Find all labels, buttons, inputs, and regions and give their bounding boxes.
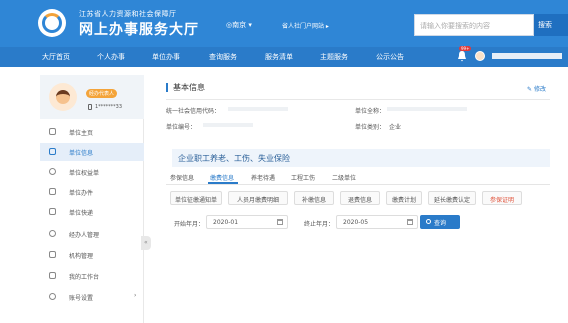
sidebar-item-unit-info[interactable]: 单位信息 [40,143,144,161]
sidebar-item-label: 我的工作台 [69,274,100,281]
section-title: 基本信息 [173,83,205,92]
search-input[interactable]: 请输入你要搜索的内容 [414,14,534,36]
unit-type-label: 单位类别： [355,124,386,131]
sidebar-item-label: 单位权益单 [69,170,100,177]
search-icon [426,219,431,224]
gear-icon [49,293,56,300]
insurance-title: 企业职工养老、工伤、失业保险 [178,154,290,163]
sidebar-item-label: 单位主页 [69,130,94,137]
sidebar-item-express[interactable]: 单位快递 [40,203,144,221]
start-label: 开始年月： [174,221,205,228]
credit-code-value [228,107,288,111]
sidebar-item-label: 经办人管理 [69,232,100,239]
location-icon [49,168,56,175]
home-icon [49,128,56,135]
nav-item-personal[interactable]: 个人办事 [97,52,125,62]
profile-card: 经办代表人 1*******33 [40,75,144,119]
city-selector[interactable]: ◎南京 ▾ [226,20,252,30]
main-content: 基本信息 ✎ 修改 统一社会信用代码： 单位全称： 单位编号： 单位类别： 企业… [158,75,550,323]
site-logo[interactable] [38,9,66,37]
start-month-value: 2020-01 [213,219,239,226]
main-nav: 大厅首页 个人办事 单位办事 查询服务 服务清单 主题服务 公示公告 99+ [0,46,568,67]
sidebar-item-agents[interactable]: 经办人管理 [40,225,144,243]
unit-no-value [203,123,253,127]
user-icon [49,230,56,237]
unit-no-label: 单位编号： [166,124,197,131]
phone-number: 1*******33 [95,104,123,110]
desk-icon [49,272,56,279]
section-marker [166,83,168,92]
truck-icon [49,208,56,215]
nav-item-topics[interactable]: 主题服务 [320,52,348,62]
nav-item-notices[interactable]: 公示公告 [376,52,404,62]
monthly-detail-button[interactable]: 人员月缴费明细 [228,191,288,205]
payment-plan-button[interactable]: 缴费计划 [386,191,422,205]
site-title: 网上办事服务大厅 [79,22,199,38]
chevron-right-icon: › [134,292,137,299]
tab-payment-info[interactable]: 缴费信息 [210,173,234,182]
edit-label: 修改 [533,86,546,93]
sidebar-collapse-button[interactable]: « [141,236,151,250]
sidebar-item-account[interactable]: 账号设置 › [40,288,144,306]
end-month-input[interactable]: 2020-05 [336,215,418,229]
collection-notice-button[interactable]: 单位征缴通知单 [170,191,222,205]
nav-item-unit[interactable]: 单位办事 [152,52,180,62]
query-button[interactable]: 查询 [420,215,460,229]
nav-item-home[interactable]: 大厅首页 [42,52,70,62]
bell-icon[interactable] [457,50,467,62]
profile-avatar [49,83,77,111]
nav-item-query[interactable]: 查询服务 [209,52,237,62]
divider [166,99,550,100]
org-icon [49,251,56,258]
edit-link[interactable]: ✎ 修改 [527,84,546,93]
sidebar-item-workbench[interactable]: 我的工作台 [40,267,144,285]
tab-work-injury[interactable]: 工程工伤 [291,173,315,182]
start-month-input[interactable]: 2020-01 [206,215,288,229]
sidebar-item-label: 单位快递 [69,210,94,217]
tab-divider [166,184,550,185]
tab-sub-unit[interactable]: 二级单位 [332,173,356,182]
sidebar-item-org[interactable]: 机构管理 [40,246,144,264]
nav-item-service-list[interactable]: 服务清单 [265,52,293,62]
end-month-value: 2020-05 [343,219,369,226]
tab-pension[interactable]: 养老待遇 [251,173,275,182]
unit-name-label: 单位全称： [355,108,386,115]
sidebar-item-label: 账号设置 [69,295,94,302]
sidebar: 经办代表人 1*******33 单位主页 单位信息 单位权益单 单位办件 单位… [40,75,144,323]
notification-badge: 99+ [459,46,472,51]
unit-type-value: 企业 [389,124,402,131]
sidebar-item-label: 机构管理 [69,253,94,260]
calendar-icon [277,219,283,225]
back-payment-button[interactable]: 补缴信息 [294,191,334,205]
user-name-redacted [492,53,562,59]
extension-button[interactable]: 延长缴费认定 [428,191,476,205]
search-button[interactable]: 搜索 [534,14,568,36]
org-name: 江苏省人力资源和社会保障厅 [79,10,177,18]
sidebar-item-home[interactable]: 单位主页 [40,123,144,141]
unit-name-value [387,107,467,111]
sidebar-item-label: 单位办件 [69,190,94,197]
sidebar-item-cases[interactable]: 单位办件 [40,183,144,201]
role-badge: 经办代表人 [86,89,118,98]
user-avatar[interactable] [475,51,485,61]
portal-link[interactable]: 省人社门户网站 ▸ [282,21,329,30]
calendar-icon [407,219,413,225]
credit-code-label: 统一社会信用代码： [166,108,221,115]
document-icon [49,188,56,195]
site-header: 江苏省人力资源和社会保障厅 网上办事服务大厅 ◎南京 ▾ 省人社门户网站 ▸ 请… [0,0,568,47]
certificate-button[interactable]: 参保证明 [482,191,522,205]
sidebar-item-rights[interactable]: 单位权益单 [40,163,144,181]
phone-icon [88,104,92,110]
query-label: 查询 [434,220,447,227]
end-label: 终止年月： [304,221,335,228]
refund-button[interactable]: 退费信息 [340,191,380,205]
building-icon [49,148,56,155]
tab-insured-info[interactable]: 参保信息 [170,173,194,182]
sidebar-item-label: 单位信息 [69,150,94,157]
